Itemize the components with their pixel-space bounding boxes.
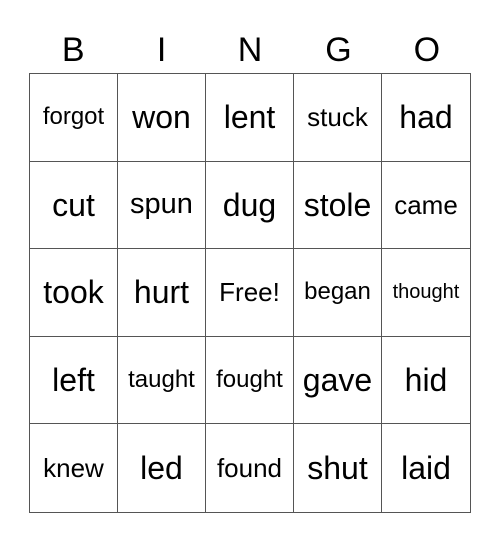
free-space-cell[interactable]: Free! [206,249,294,337]
bingo-cell[interactable]: hurt [118,249,206,337]
bingo-cell[interactable]: had [382,74,470,162]
bingo-cell[interactable]: came [382,162,470,250]
bingo-cell[interactable]: forgot [30,74,118,162]
header-letter-o: O [413,31,441,69]
bingo-cell[interactable]: took [30,249,118,337]
bingo-card-grid: forgot won lent stuck had cut spun dug stole came… [29,73,471,513]
bingo-header: B I N G O [29,28,471,72]
bingo-cell[interactable]: fought [206,336,294,425]
bingo-cell[interactable]: taught [118,336,206,425]
header-letter-n: N [237,31,263,69]
header-letter-i: I [156,31,167,69]
bingo-cell[interactable]: lent [206,74,294,162]
bingo-cell[interactable]: knew [30,424,118,512]
bingo-cell[interactable]: dug [206,161,294,250]
bingo-cell[interactable]: cut [30,161,118,250]
bingo-cell[interactable]: thought [382,249,470,337]
header-letter-b: B [61,31,85,69]
bingo-cell[interactable]: won [118,74,206,162]
bingo-cell[interactable]: stole [294,161,382,250]
bingo-cell[interactable]: stuck [294,74,382,162]
bingo-cell[interactable]: began [294,249,382,337]
bingo-cell[interactable]: gave [294,336,382,425]
bingo-cell[interactable]: shut [294,424,382,512]
bingo-cell[interactable]: spun [118,161,206,250]
bingo-cell[interactable]: laid [382,424,470,512]
bingo-cell[interactable]: hid [382,337,470,425]
bingo-cell[interactable]: left [30,336,118,425]
header-letter-g: G [325,31,352,69]
bingo-cell[interactable]: led [118,424,206,512]
bingo-cell[interactable]: found [206,424,294,512]
